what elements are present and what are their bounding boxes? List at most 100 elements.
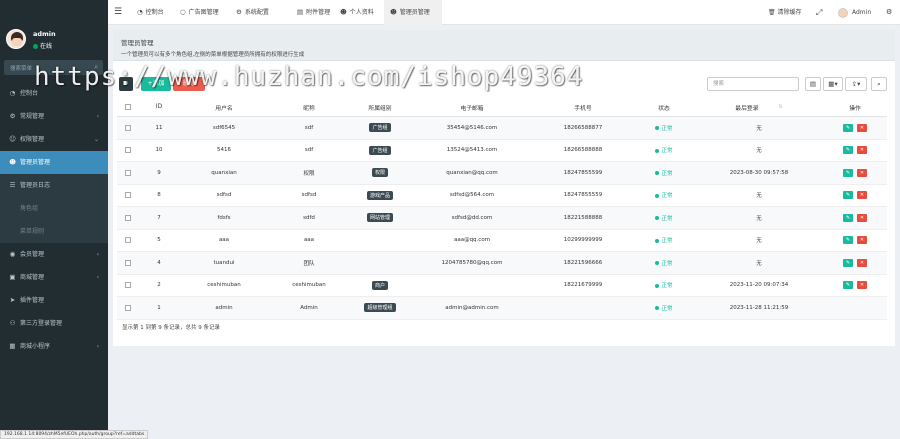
table-row[interactable]: 1 admin Admin 超级管理组 admin@admin.com 正常 2023-11… [117,297,887,320]
sidebar-item-5[interactable]: 角色组 [0,197,108,220]
cell-text: Admin [300,304,318,311]
row-checkbox[interactable] [117,230,139,252]
table-row[interactable]: 9 quanxian 权限 权限 quanxian@qq.com 18247855599 正… [117,162,887,185]
column-header-label: 最后登录 [735,105,759,112]
row-checkbox[interactable] [117,117,139,139]
checkbox[interactable] [125,259,131,266]
cell-text: tuandui [213,259,235,266]
delete-icon[interactable]: ✕ [857,146,867,155]
select-all-checkbox[interactable] [117,98,139,116]
group-badge: 商户 [371,280,388,290]
sidebar-item-7[interactable]: ◉ 会员管理 ‹ [0,243,108,266]
table-row[interactable]: 11 sdf6545 sdf 广告组 35454@5146.com 18266588877… [117,117,887,140]
admin-menu[interactable]: Admin [838,0,871,25]
table-row[interactable]: 2 ceshimuban ceshimuban 商户 18221679999 正常 2023… [117,275,887,297]
cell-text: 18266588877 [563,124,603,131]
search-input[interactable]: 搜索 [707,77,799,91]
cell-id: 7 [139,207,179,229]
table-row[interactable]: 4 tuandui 团队 1204785780@qq.com 18221596666 正常… [117,252,887,275]
column-header[interactable]: 电子邮箱 [411,98,533,116]
edit-icon[interactable]: ✎ [843,213,853,222]
checkbox[interactable] [125,104,131,110]
delete-icon[interactable]: ✕ [857,213,867,222]
advanced-search-icon[interactable]: ⌕ [871,77,887,91]
tab-2[interactable]: ⚙ 系统配置 [230,0,286,25]
sidebar-item-11[interactable]: ▦ 商城小程序 ‹ [0,335,108,358]
sidebar-item-10[interactable]: ⚇ 第三方登录管理 [0,312,108,335]
status-badge: 正常 [655,304,673,312]
sidebar-item-6[interactable]: 菜单规则 [0,220,108,243]
edit-icon[interactable]: ✎ [843,191,853,200]
columns-icon[interactable]: ▦▾ [823,77,843,91]
column-header[interactable]: 操作 [823,98,887,116]
checkbox[interactable] [125,169,131,176]
table-row[interactable]: 7 fdsfs sdfd 网站管理 sdfsd@dd.com 18221588888 正常 无… [117,207,887,230]
column-header-label: 用户名 [215,105,233,112]
column-header[interactable]: ID [139,98,179,116]
edit-icon[interactable]: ✎ [843,236,853,245]
delete-icon[interactable]: ✕ [857,191,867,200]
cell-text: sdfsd@564.com [449,192,495,199]
row-checkbox[interactable] [117,207,139,229]
delete-icon[interactable]: ✕ [857,236,867,245]
cell-id: 1 [139,297,179,319]
cell-email: 13524@5413.com [411,140,533,162]
edit-icon[interactable]: ✎ [843,146,853,155]
table-row[interactable]: 8 sdfsd sdfsd 游戏产品 sdfsd@564.com 18247855559 正… [117,185,887,207]
admin-avatar [838,7,848,18]
checkbox[interactable] [125,237,131,244]
checkbox[interactable] [125,192,131,199]
sidebar-item-2[interactable]: ☺ 权限管理 ⌄ [0,128,108,151]
column-header[interactable]: 用户名 [179,98,269,116]
delete-icon[interactable]: ✕ [857,258,867,267]
sidebar-item-label: 第三方登录管理 [20,320,63,327]
table-row[interactable]: 5 aaa aaa aaa@qq.com 10299999999 正常无 ✎ ✕ [117,230,887,252]
row-checkbox[interactable] [117,162,139,184]
row-checkbox[interactable] [117,185,139,207]
sidebar-item-9[interactable]: ➤ 插件管理 [0,289,108,312]
clear-cache-button[interactable]: 🗑 清除缓存 [768,0,802,25]
edit-icon[interactable]: ✎ [843,281,853,290]
user-name: admin [33,30,56,38]
tab-0[interactable]: ◔ 控制台 [131,0,171,25]
edit-icon[interactable]: ✎ [843,123,853,132]
checkbox[interactable] [125,304,131,311]
tab-3[interactable]: ▤ 附件管理 [291,0,331,25]
checkbox[interactable] [125,147,131,154]
column-header[interactable]: 最后登录 ⇅ [695,98,823,116]
sidebar-search-input[interactable]: 搜索菜单 [10,64,32,72]
delete-icon[interactable]: ✕ [857,123,867,132]
settings-icon[interactable]: ⚙ [886,0,892,25]
edit-icon[interactable]: ✎ [843,258,853,267]
checkbox[interactable] [125,124,131,131]
sidebar-item-4[interactable]: ☰ 管理员日志 [0,174,108,197]
cell-last_login: 2023-11-20 09:07:34 [695,275,823,297]
column-header[interactable]: 所属组别 [349,98,411,116]
table-row[interactable]: 10 5416 sdf 广告组 13524@5413.com 18266588888 正常 无… [117,140,887,162]
delete-icon[interactable]: ✕ [857,281,867,290]
toggle-view-icon[interactable]: ▤ [805,77,821,91]
column-header[interactable]: 昵称 [269,98,349,116]
tab-4[interactable]: ☻ 个人资料 [334,0,380,25]
tab-1[interactable]: ○ 广告图管理 [174,0,226,25]
status-label: 正常 [661,305,673,312]
row-checkbox[interactable] [117,140,139,162]
checkbox[interactable] [125,214,131,221]
sidebar-item-8[interactable]: ▣ 商城管理 ‹ [0,266,108,289]
row-checkbox[interactable] [117,275,139,297]
delete-icon[interactable]: ✕ [857,168,867,177]
row-checkbox[interactable] [117,252,139,274]
sidebar-item-3[interactable]: ☻ 管理员管理 [0,151,108,174]
status-badge: 正常 [655,236,673,244]
menu-toggle-icon[interactable]: ☰ [114,7,122,17]
export-icon[interactable]: ⇪▾ [845,77,867,91]
fullscreen-icon[interactable]: ⤢ [816,0,822,25]
edit-icon[interactable]: ✎ [843,168,853,177]
row-checkbox[interactable] [117,297,139,319]
sidebar-item-1[interactable]: ⚙ 常规管理 ‹ [0,105,108,128]
cell-text: 无 [756,238,762,245]
column-header[interactable]: 手机号 [533,98,633,116]
tab-5[interactable]: ☻ 管理员管理 [384,0,442,25]
checkbox[interactable] [125,282,131,289]
column-header[interactable]: 状态 [633,98,695,116]
